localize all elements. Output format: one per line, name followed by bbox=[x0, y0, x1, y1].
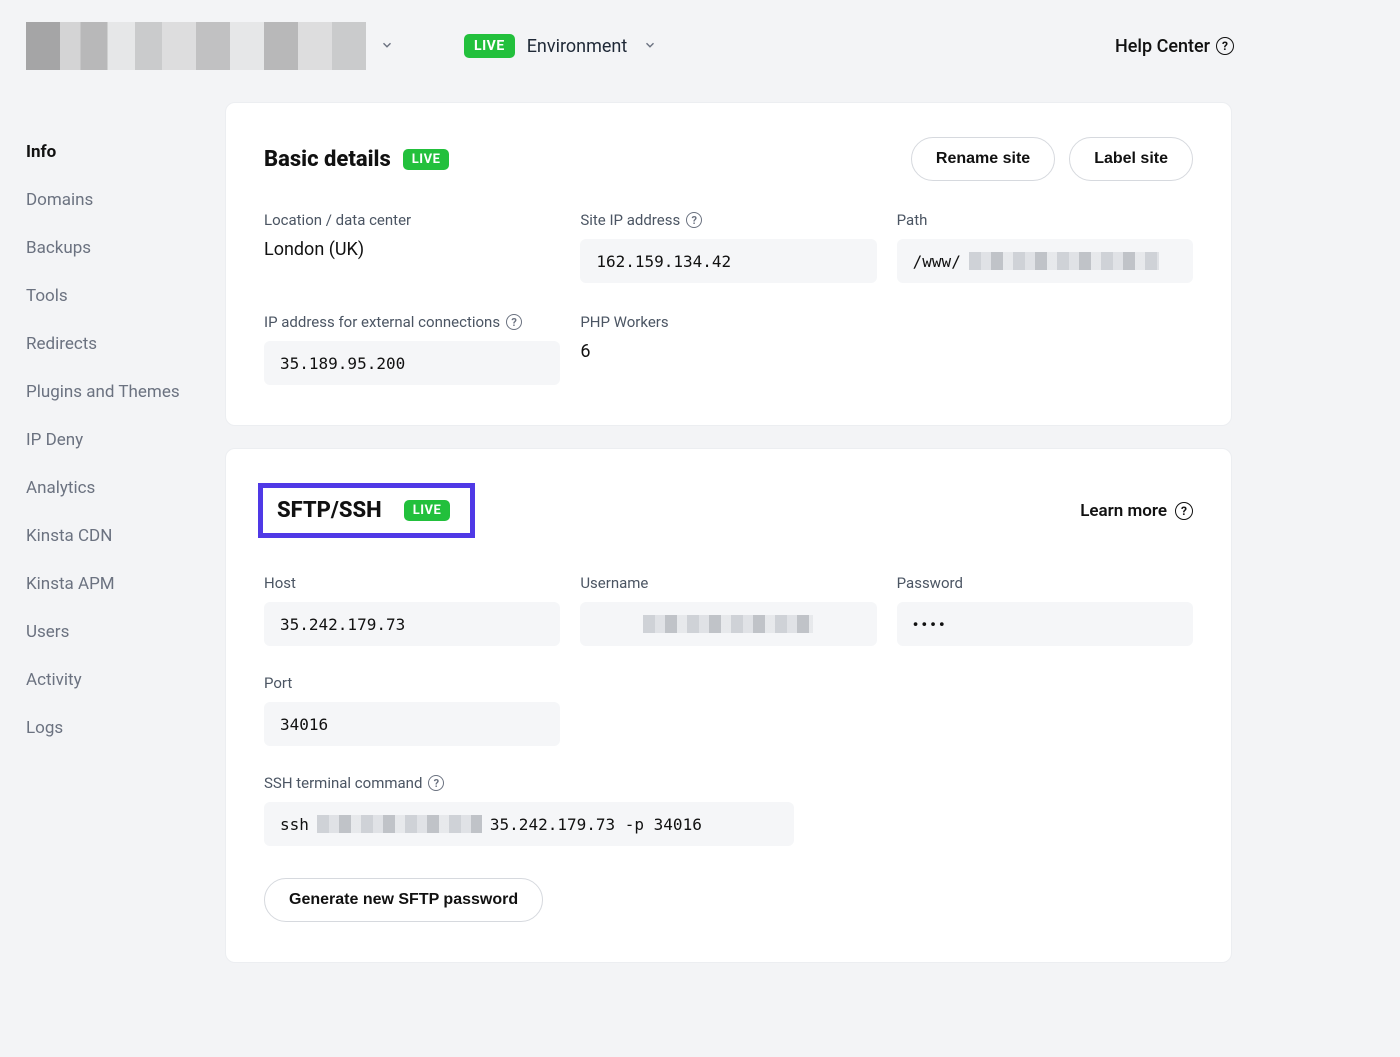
basic-details-title: Basic details bbox=[264, 147, 391, 172]
sidebar-item-domains[interactable]: Domains bbox=[26, 176, 225, 224]
ssh-command-prefix: ssh bbox=[280, 815, 309, 834]
help-icon[interactable]: ? bbox=[428, 775, 444, 791]
location-value: London (UK) bbox=[264, 239, 560, 260]
location-label: Location / data center bbox=[264, 211, 560, 229]
field-php-workers: PHP Workers 6 bbox=[580, 313, 876, 385]
sidebar-item-kinsta-apm[interactable]: Kinsta APM bbox=[26, 560, 225, 608]
sidebar-item-ip-deny[interactable]: IP Deny bbox=[26, 416, 225, 464]
port-label: Port bbox=[264, 674, 560, 692]
field-path: Path /www/ bbox=[897, 211, 1193, 283]
environment-label: Environment bbox=[527, 36, 628, 57]
field-password: Password •••• bbox=[897, 574, 1193, 646]
rename-site-button[interactable]: Rename site bbox=[911, 137, 1055, 181]
php-workers-label: PHP Workers bbox=[580, 313, 876, 331]
ssh-command-value[interactable]: ssh 35.242.179.73 -p 34016 bbox=[264, 802, 794, 846]
field-ssh-command: SSH terminal command ? ssh 35.242.179.73… bbox=[264, 774, 877, 846]
sidebar-item-logs[interactable]: Logs bbox=[26, 704, 225, 752]
learn-more-label: Learn more bbox=[1080, 501, 1167, 521]
chevron-down-icon bbox=[643, 37, 657, 56]
ssh-command-suffix: 35.242.179.73 -p 34016 bbox=[490, 815, 702, 834]
page-header: LIVE Environment Help Center ? bbox=[0, 0, 1260, 102]
site-ip-value[interactable]: 162.159.134.42 bbox=[580, 239, 876, 283]
ssh-command-label: SSH terminal command bbox=[264, 774, 422, 792]
field-username: Username bbox=[580, 574, 876, 646]
sidebar-item-analytics[interactable]: Analytics bbox=[26, 464, 225, 512]
site-name-redacted bbox=[26, 22, 366, 70]
field-host: Host 35.242.179.73 bbox=[264, 574, 560, 646]
path-label: Path bbox=[897, 211, 1193, 229]
sftp-title: SFTP/SSH bbox=[277, 498, 382, 523]
sftp-title-highlight: SFTP/SSH LIVE bbox=[258, 483, 475, 538]
field-site-ip: Site IP address ? 162.159.134.42 bbox=[580, 211, 876, 283]
live-badge: LIVE bbox=[464, 34, 515, 58]
sidebar-item-backups[interactable]: Backups bbox=[26, 224, 225, 272]
live-badge: LIVE bbox=[404, 500, 451, 521]
help-icon[interactable]: ? bbox=[506, 314, 522, 330]
help-icon[interactable]: ? bbox=[686, 212, 702, 228]
sidebar-item-redirects[interactable]: Redirects bbox=[26, 320, 225, 368]
password-value[interactable]: •••• bbox=[897, 602, 1193, 646]
basic-details-card: Basic details LIVE Rename site Label sit… bbox=[225, 102, 1232, 426]
sidebar-item-info[interactable]: Info bbox=[26, 128, 225, 176]
field-location: Location / data center London (UK) bbox=[264, 211, 560, 283]
sidebar: Info Domains Backups Tools Redirects Plu… bbox=[0, 102, 225, 752]
port-value[interactable]: 34016 bbox=[264, 702, 560, 746]
username-value[interactable] bbox=[580, 602, 876, 646]
sftp-ssh-card: SFTP/SSH LIVE Learn more ? Host 35.242.1… bbox=[225, 448, 1232, 963]
username-label: Username bbox=[580, 574, 876, 592]
generate-sftp-password-button[interactable]: Generate new SFTP password bbox=[264, 878, 543, 922]
path-value[interactable]: /www/ bbox=[897, 239, 1193, 283]
ssh-user-redacted bbox=[317, 815, 482, 833]
path-redacted bbox=[969, 252, 1159, 270]
sidebar-item-activity[interactable]: Activity bbox=[26, 656, 225, 704]
help-center-label: Help Center bbox=[1115, 36, 1210, 57]
sidebar-item-users[interactable]: Users bbox=[26, 608, 225, 656]
field-port: Port 34016 bbox=[264, 674, 560, 746]
sidebar-item-tools[interactable]: Tools bbox=[26, 272, 225, 320]
sidebar-item-kinsta-cdn[interactable]: Kinsta CDN bbox=[26, 512, 225, 560]
username-redacted bbox=[643, 615, 813, 633]
external-ip-value[interactable]: 35.189.95.200 bbox=[264, 341, 560, 385]
password-label: Password bbox=[897, 574, 1193, 592]
help-center-link[interactable]: Help Center ? bbox=[1115, 36, 1234, 57]
help-icon: ? bbox=[1216, 37, 1234, 55]
site-ip-label: Site IP address bbox=[580, 211, 680, 229]
label-site-button[interactable]: Label site bbox=[1069, 137, 1193, 181]
site-switcher-caret[interactable] bbox=[380, 37, 394, 56]
sidebar-item-plugins-themes[interactable]: Plugins and Themes bbox=[26, 368, 225, 416]
php-workers-value: 6 bbox=[580, 341, 876, 362]
environment-switcher[interactable]: LIVE Environment bbox=[464, 34, 657, 58]
learn-more-link[interactable]: Learn more ? bbox=[1080, 501, 1193, 521]
field-external-ip: IP address for external connections ? 35… bbox=[264, 313, 560, 385]
host-label: Host bbox=[264, 574, 560, 592]
help-icon: ? bbox=[1175, 502, 1193, 520]
host-value[interactable]: 35.242.179.73 bbox=[264, 602, 560, 646]
path-prefix: /www/ bbox=[913, 252, 961, 271]
live-badge: LIVE bbox=[403, 149, 450, 170]
external-ip-label: IP address for external connections bbox=[264, 313, 500, 331]
